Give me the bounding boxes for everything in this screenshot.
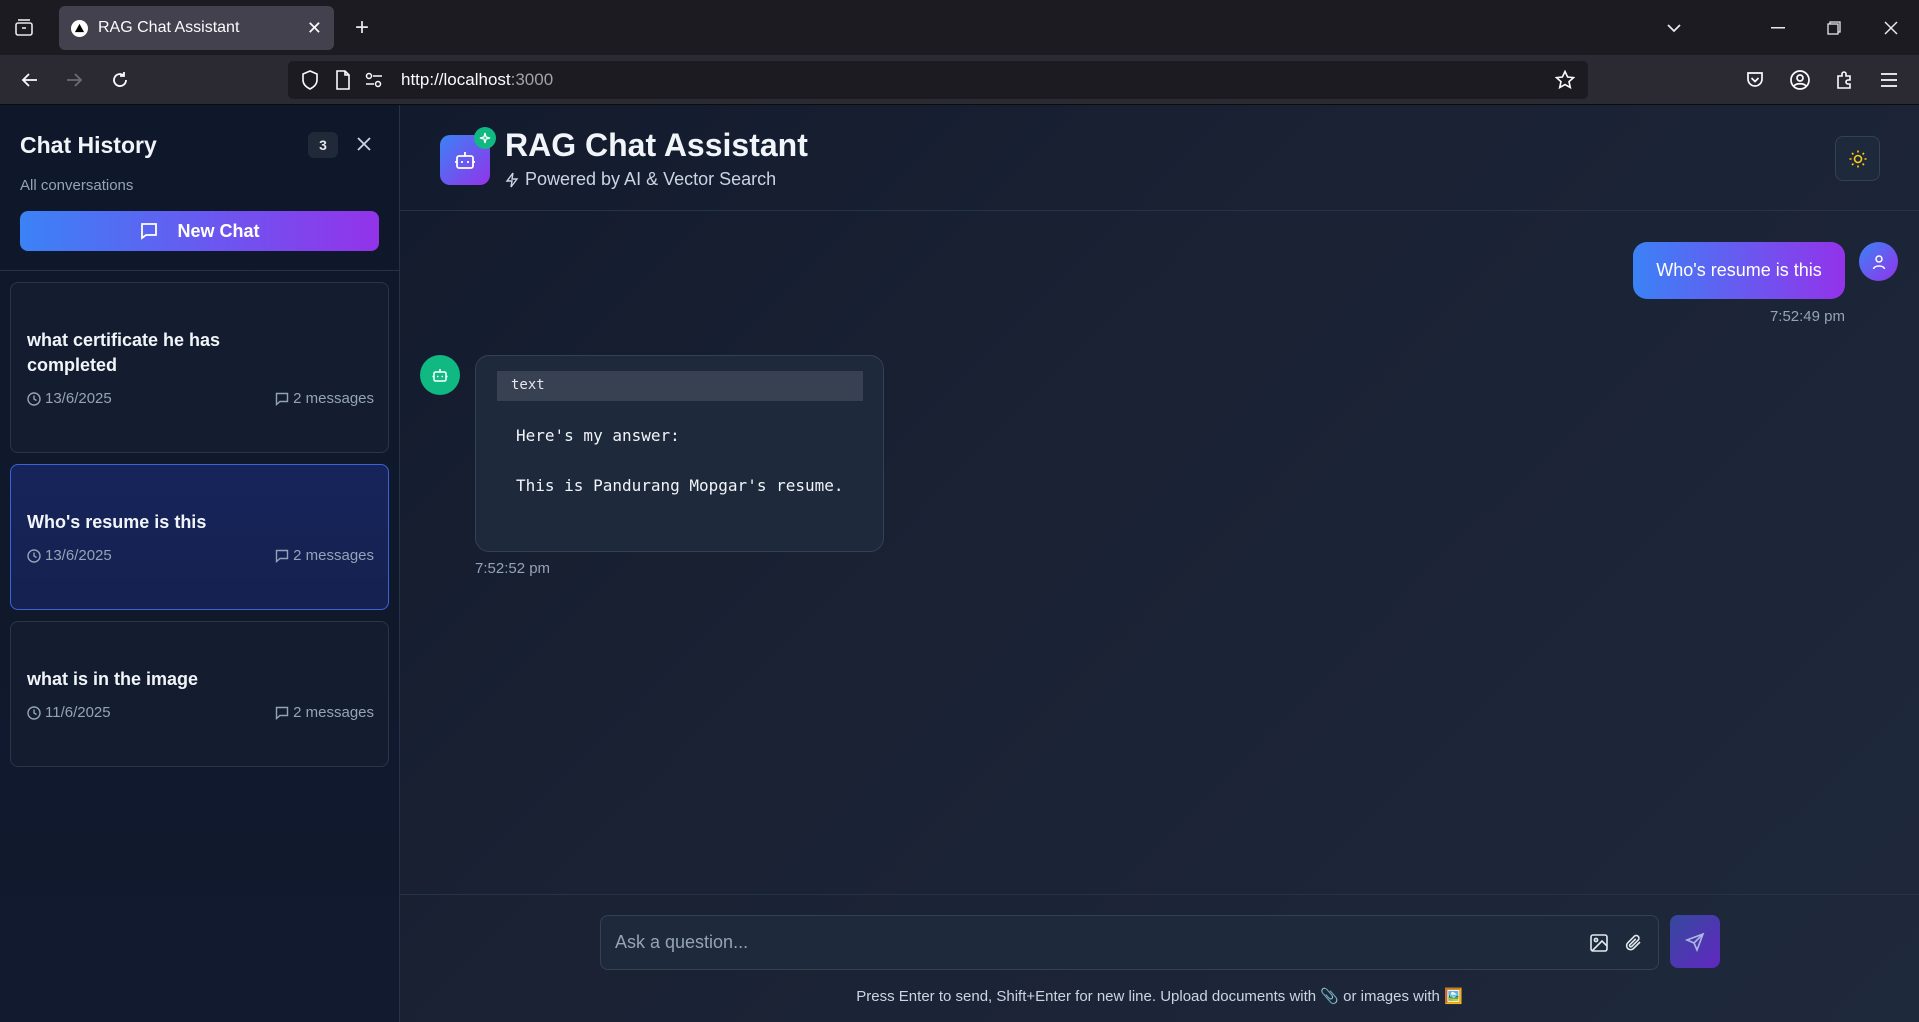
- url-text: http://localhost:3000: [401, 70, 553, 90]
- bot-icon: [455, 152, 475, 169]
- code-line-2: This is Pandurang Mopgar's resume.: [516, 476, 844, 495]
- sidebar-close-icon[interactable]: [352, 132, 376, 156]
- code-line-1: Here's my answer:: [516, 426, 680, 445]
- bookmark-star-icon[interactable]: [1553, 68, 1577, 92]
- message-input[interactable]: [615, 916, 1515, 969]
- sun-icon: [1849, 150, 1866, 167]
- image-upload-icon[interactable]: [1586, 930, 1612, 956]
- user-message-timestamp: 7:52:49 pm: [1769, 308, 1845, 325]
- app-root: Chat History 3 All conversations New Cha…: [0, 105, 1919, 1022]
- account-icon[interactable]: [1784, 64, 1816, 96]
- send-button[interactable]: [1670, 915, 1720, 968]
- shield-icon[interactable]: [298, 68, 322, 92]
- chat-history-sidebar: Chat History 3 All conversations New Cha…: [0, 105, 400, 1022]
- app-subtitle: Powered by AI & Vector Search: [505, 169, 776, 190]
- clock-icon: [27, 548, 41, 563]
- extensions-icon[interactable]: [1829, 64, 1861, 96]
- message-input-box: [600, 915, 1659, 970]
- assistant-message-bubble: text Here's my answer: This is Pandurang…: [475, 355, 884, 552]
- composer-area: Press Enter to send, Shift+Enter for new…: [400, 894, 1919, 1022]
- conversation-date-text: 13/6/2025: [45, 390, 112, 407]
- browser-nav-bar: http://localhost:3000: [0, 55, 1919, 105]
- permissions-icon[interactable]: [362, 68, 386, 92]
- code-language-label: text: [497, 371, 863, 401]
- conversation-date: 13/6/2025: [27, 390, 112, 407]
- bot-avatar: [420, 355, 460, 395]
- app-subtitle-text: Powered by AI & Vector Search: [525, 169, 777, 189]
- window-close-icon[interactable]: [1877, 14, 1905, 42]
- theme-toggle-button[interactable]: [1835, 136, 1880, 181]
- reload-icon[interactable]: [104, 64, 136, 96]
- conversation-date: 13/6/2025: [27, 547, 112, 564]
- conversation-count-badge: 3: [308, 132, 338, 158]
- clock-icon: [27, 391, 41, 406]
- user-message-bubble: Who's resume is this: [1633, 242, 1845, 299]
- message-square-icon: [275, 549, 289, 563]
- nextjs-favicon-icon: [71, 19, 88, 37]
- bot-icon: [432, 369, 448, 382]
- user-avatar: [1859, 242, 1898, 281]
- app-title: RAG Chat Assistant: [505, 127, 808, 163]
- conversation-date: 11/6/2025: [27, 704, 111, 721]
- back-arrow-icon[interactable]: [14, 64, 46, 96]
- tab-title: RAG Chat Assistant: [98, 19, 240, 36]
- conversation-item[interactable]: what certificate he has completed 13/6/2…: [10, 282, 389, 453]
- conversation-item-active[interactable]: Who's resume is this 13/6/2025 2 message…: [10, 464, 389, 610]
- composer-hint: Press Enter to send, Shift+Enter for new…: [856, 988, 1463, 1005]
- url-port: :3000: [510, 70, 554, 89]
- tab-overview-icon[interactable]: [10, 14, 38, 42]
- assistant-message-timestamp: 7:52:52 pm: [475, 560, 551, 577]
- chat-header: RAG Chat Assistant Powered by AI & Vecto…: [400, 105, 1919, 211]
- restore-icon[interactable]: [1820, 14, 1848, 42]
- conversation-message-count-text: 2 messages: [293, 547, 374, 564]
- new-chat-label: New Chat: [177, 220, 260, 241]
- sidebar-title: Chat History: [20, 132, 157, 158]
- conversation-item[interactable]: what is in the image 11/6/2025 2 message…: [10, 621, 389, 767]
- conversation-date-text: 11/6/2025: [45, 704, 111, 721]
- tab-close-icon[interactable]: ✕: [307, 18, 322, 39]
- sidebar-subtitle: All conversations: [20, 177, 134, 194]
- minimize-icon[interactable]: [1764, 14, 1792, 42]
- paperclip-icon[interactable]: [1621, 930, 1647, 956]
- browser-tab[interactable]: RAG Chat Assistant ✕: [59, 6, 334, 50]
- tab-list-chevron-icon[interactable]: [1660, 14, 1688, 42]
- clock-icon: [27, 705, 41, 720]
- new-chat-button[interactable]: New Chat: [20, 211, 379, 251]
- conversation-date-text: 13/6/2025: [45, 547, 112, 564]
- url-host: http://localhost: [401, 70, 511, 89]
- conversation-title: what certificate he has completed: [27, 330, 221, 375]
- message-square-icon: [275, 706, 289, 720]
- message-square-icon: [275, 392, 289, 406]
- menu-hamburger-icon[interactable]: [1873, 64, 1905, 96]
- page-icon[interactable]: [331, 68, 355, 92]
- conversation-message-count-text: 2 messages: [293, 390, 374, 407]
- zap-icon: [505, 172, 519, 187]
- url-bar[interactable]: http://localhost:3000: [288, 61, 1588, 99]
- new-tab-icon[interactable]: +: [348, 14, 376, 42]
- browser-tab-bar: RAG Chat Assistant ✕ +: [0, 0, 1919, 55]
- forward-arrow-icon[interactable]: [58, 64, 90, 96]
- conversation-message-count-text: 2 messages: [293, 704, 374, 721]
- pocket-icon[interactable]: [1739, 64, 1771, 96]
- send-icon: [1685, 932, 1705, 952]
- conversation-message-count: 2 messages: [275, 547, 374, 564]
- sparkles-badge-icon: [474, 127, 496, 149]
- message-square-icon: [141, 223, 158, 240]
- conversation-title: what is in the image: [27, 669, 199, 689]
- user-icon: [1872, 254, 1885, 269]
- conversation-message-count: 2 messages: [275, 390, 374, 407]
- conversation-message-count: 2 messages: [275, 704, 374, 721]
- sidebar-divider: [0, 270, 400, 271]
- conversation-title: Who's resume is this: [27, 512, 207, 532]
